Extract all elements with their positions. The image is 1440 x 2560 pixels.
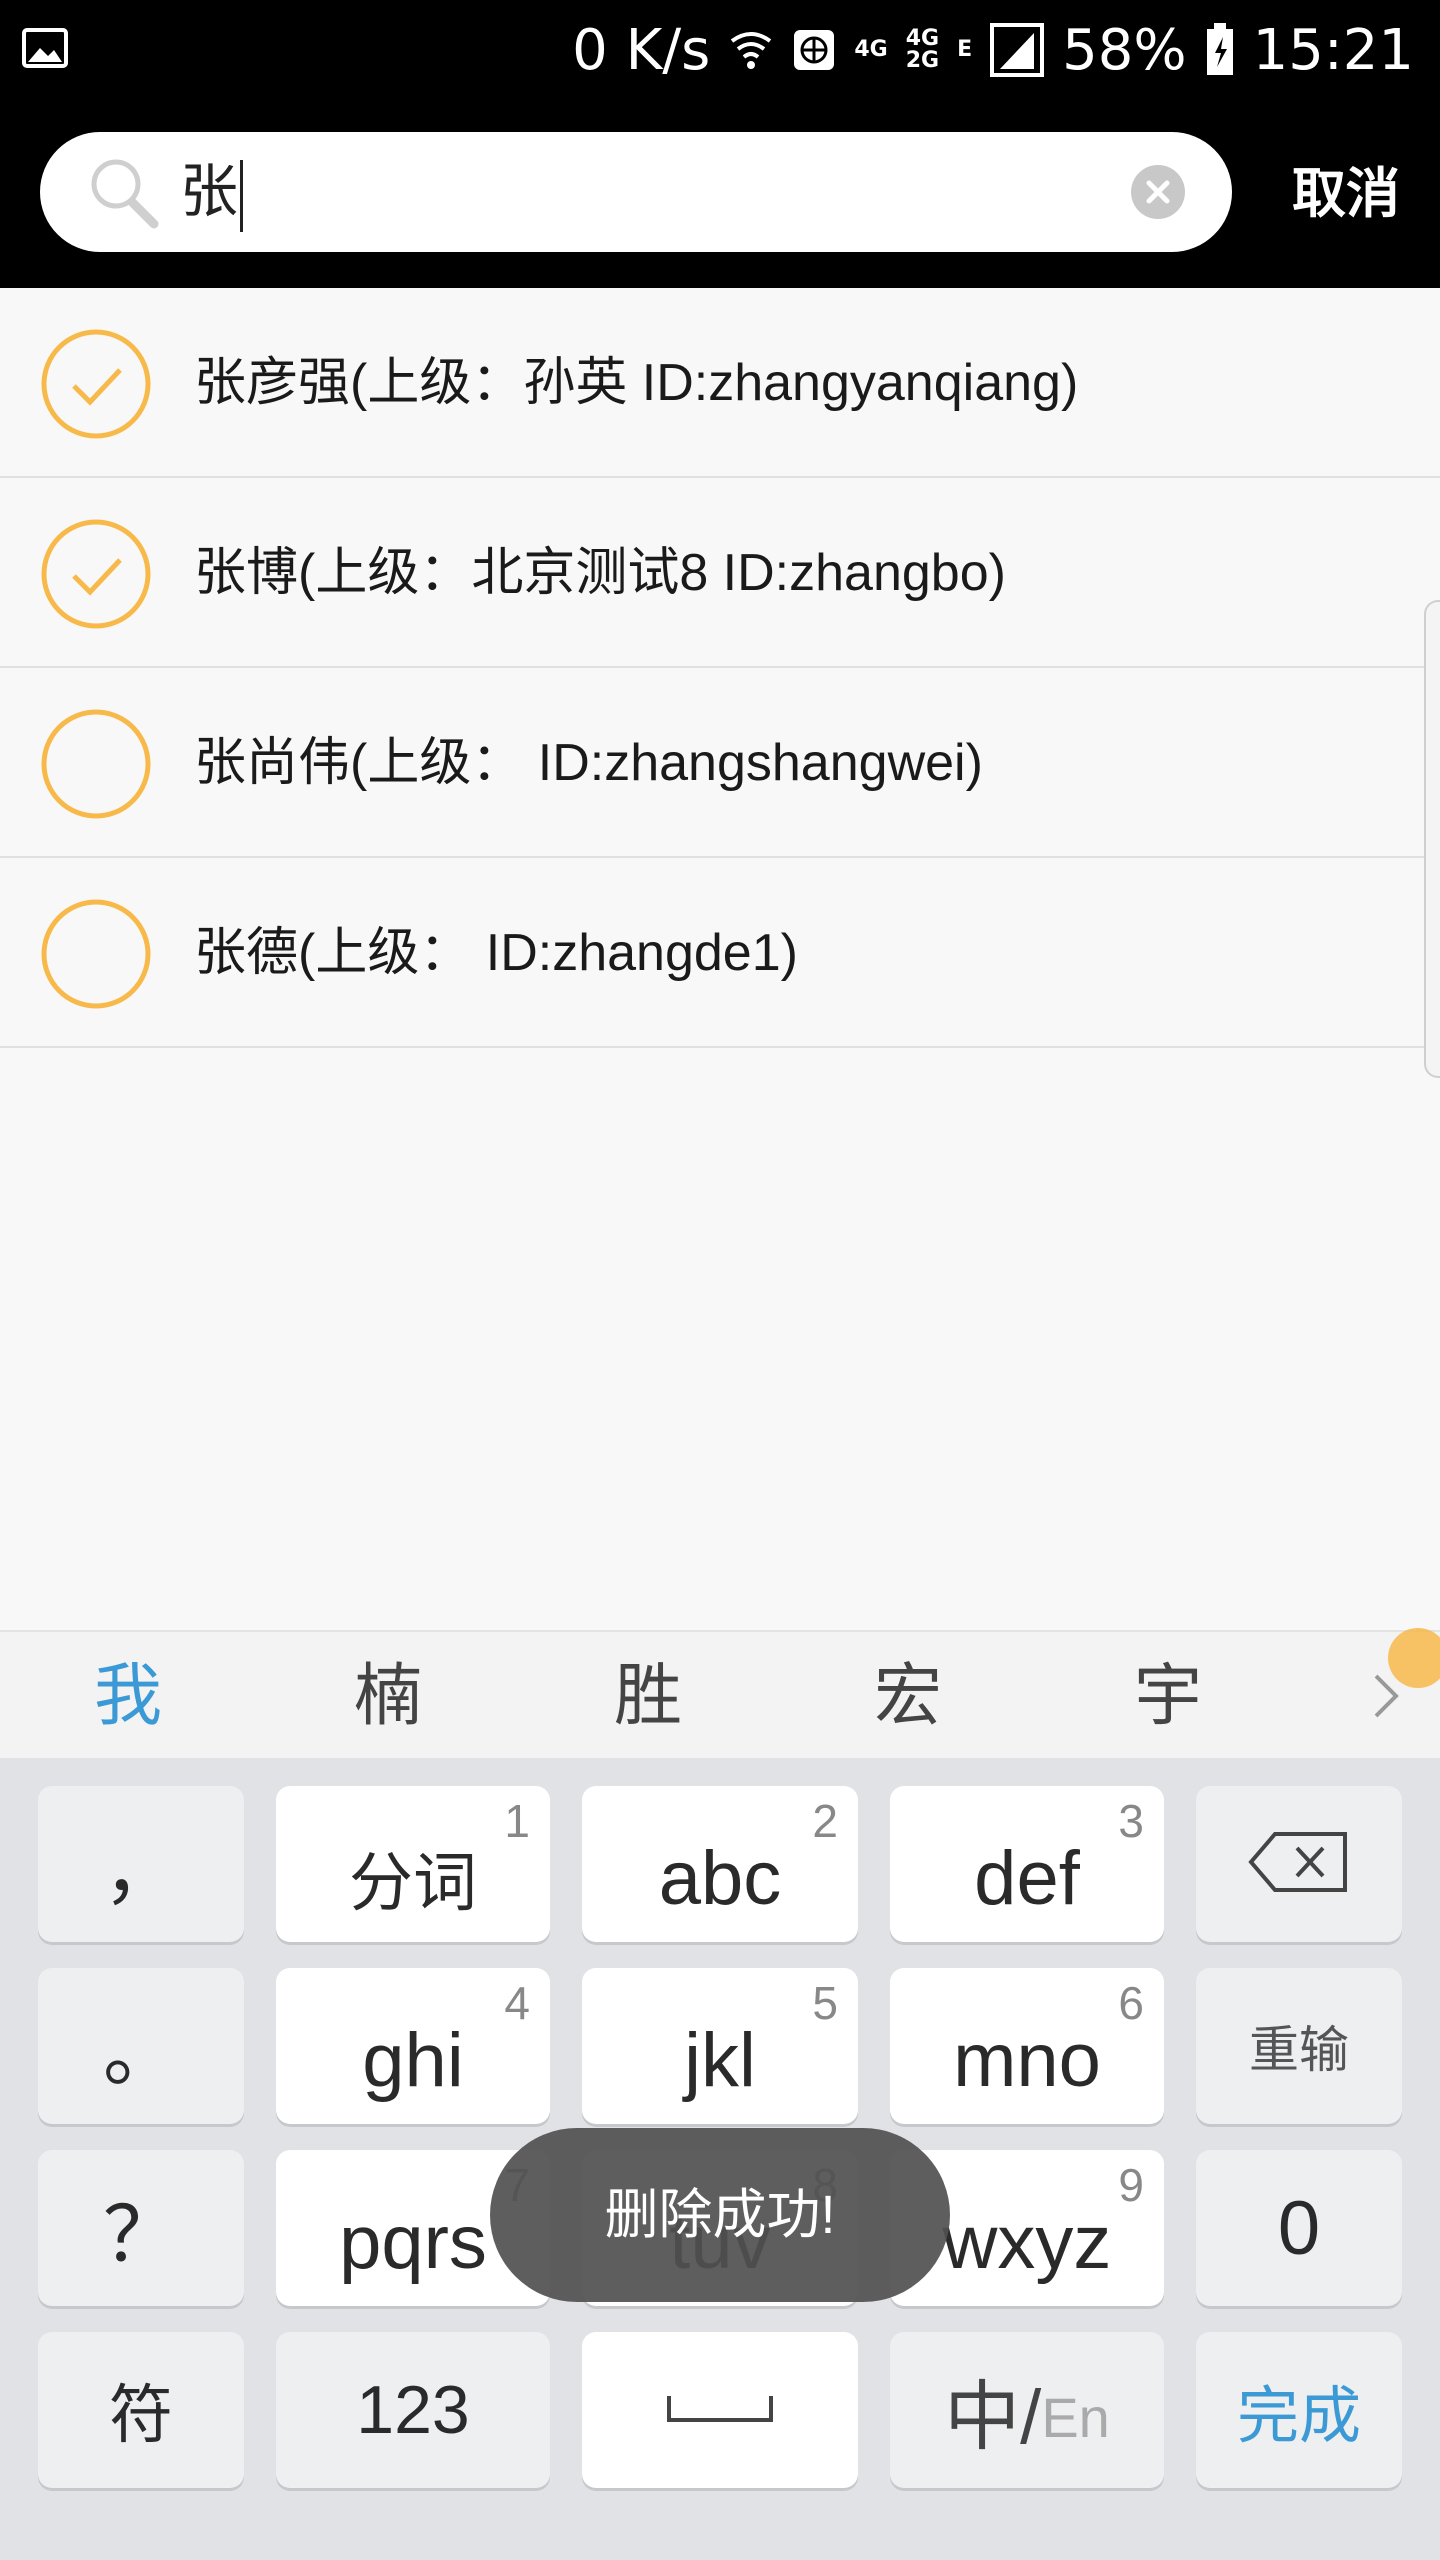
backspace-key[interactable] [1196, 1786, 1402, 1942]
unchecked-circle-icon[interactable] [40, 898, 152, 1010]
reset-key[interactable]: 重输 [1196, 1968, 1402, 2124]
zero-key[interactable]: 0 [1196, 2150, 1402, 2306]
unchecked-circle-icon[interactable] [40, 708, 152, 820]
candidate-word[interactable]: 宏 [828, 1632, 988, 1760]
candidate-word[interactable]: 胜 [568, 1632, 728, 1760]
search-results-list: 张彦强(上级：孙英 ID:zhangyanqiang) 张博(上级：北京测试8 … [0, 288, 1440, 1048]
question-key[interactable]: ？ [38, 2150, 244, 2306]
list-item[interactable]: 张博(上级：北京测试8 ID:zhangbo) [0, 478, 1440, 668]
list-item-label: 张博(上级：北京测试8 ID:zhangbo) [194, 544, 1006, 602]
backspace-icon [1247, 1830, 1351, 1899]
scroll-handle[interactable] [1424, 600, 1440, 1078]
symbol-key[interactable]: 符 [38, 2332, 244, 2488]
toast-message: 删除成功! [490, 2128, 950, 2302]
network-e-label: E [957, 37, 973, 62]
candidate-word[interactable]: 宇 [1088, 1632, 1248, 1760]
abc-key[interactable]: abc 2 [582, 1786, 858, 1942]
network-4g-label: 4G [854, 37, 888, 62]
list-item[interactable]: 张尚伟(上级： ID:zhangshangwei) [0, 668, 1440, 858]
number-mode-key[interactable]: 123 [276, 2332, 550, 2488]
globe-icon [792, 28, 836, 72]
ime-logo-icon [1388, 1628, 1440, 1688]
cancel-button[interactable]: 取消 [1292, 156, 1400, 232]
comma-key[interactable]: ， [38, 1786, 244, 1942]
list-item-label: 张尚伟(上级： ID:zhangshangwei) [194, 734, 983, 792]
clear-icon[interactable] [1130, 164, 1186, 220]
network-speed: 0 K/s [572, 17, 711, 83]
list-item-label: 张彦强(上级：孙英 ID:zhangyanqiang) [194, 354, 1079, 412]
list-item[interactable]: 张德(上级： ID:zhangde1) [0, 858, 1440, 1048]
search-header: 张 取消 [0, 100, 1440, 288]
status-bar: 0 K/s 4G 4G 2G E 58% 15:21 [0, 0, 1440, 100]
search-icon [84, 154, 164, 234]
space-key[interactable] [582, 2332, 858, 2488]
gallery-notification-icon [22, 26, 68, 70]
jkl-key[interactable]: jkl 5 [582, 1968, 858, 2124]
ime-candidate-bar: 我 楠 胜 宏 宇 [0, 1628, 1440, 1760]
network-4g2g-label: 4G 2G [905, 26, 940, 73]
done-key[interactable]: 完成 [1196, 2332, 1402, 2488]
clock: 15:21 [1252, 17, 1414, 83]
period-key[interactable]: 。 [38, 1968, 244, 2124]
search-input[interactable]: 张 [40, 132, 1232, 252]
mno-key[interactable]: mno 6 [890, 1968, 1164, 2124]
candidate-word[interactable]: 楠 [308, 1632, 468, 1760]
status-indicators: 0 K/s 4G 4G 2G E 58% 15:21 [572, 0, 1414, 100]
def-key[interactable]: def 3 [890, 1786, 1164, 1942]
candidate-word[interactable]: 我 [48, 1632, 208, 1760]
list-item-label: 张德(上级： ID:zhangde1) [194, 924, 798, 982]
signal-icon [990, 23, 1045, 77]
language-switch-key[interactable]: 中/En [890, 2332, 1164, 2488]
list-item[interactable]: 张彦强(上级：孙英 ID:zhangyanqiang) [0, 288, 1440, 478]
space-icon [665, 2388, 775, 2433]
checked-circle-icon[interactable] [40, 518, 152, 630]
ghi-key[interactable]: ghi 4 [276, 1968, 550, 2124]
battery-percent: 58% [1062, 17, 1187, 83]
checked-circle-icon[interactable] [40, 328, 152, 440]
text-cursor [240, 159, 244, 232]
wifi-icon [728, 25, 774, 75]
fenci-key[interactable]: 分词 1 [276, 1786, 550, 1942]
battery-icon [1205, 23, 1235, 77]
search-query[interactable]: 张 [180, 154, 244, 232]
